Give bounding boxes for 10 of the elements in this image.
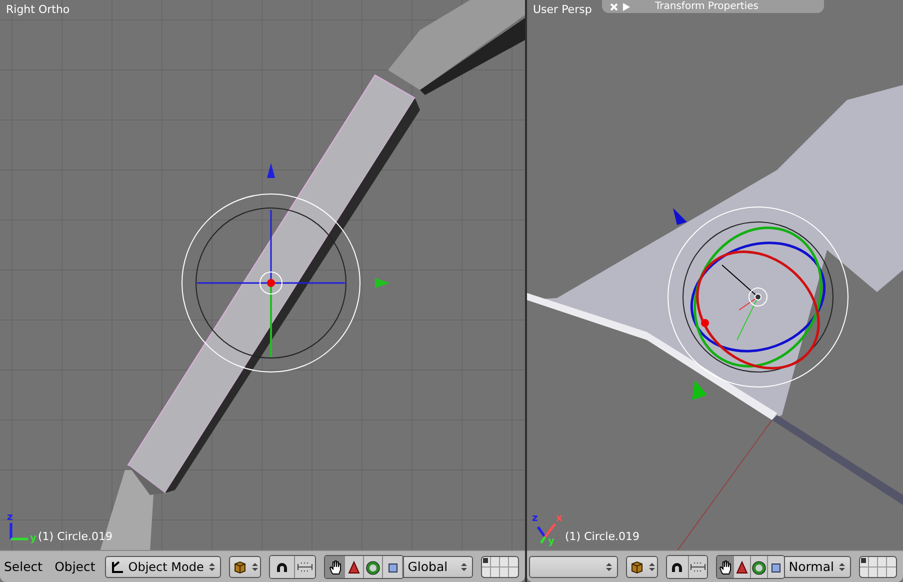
axis-label: z <box>532 513 538 524</box>
object-name-label: (1) Circle.019 <box>565 530 640 543</box>
view-label: Right Ortho <box>6 3 70 16</box>
object-name-label: (1) Circle.019 <box>38 530 112 543</box>
panel-title: Transform Properties <box>655 1 758 12</box>
axis-label: y <box>30 533 37 544</box>
axis-label: x <box>556 513 562 524</box>
axis-label: z <box>7 512 13 523</box>
view-label: User Persp <box>533 3 592 16</box>
axis-label: y <box>548 536 555 547</box>
